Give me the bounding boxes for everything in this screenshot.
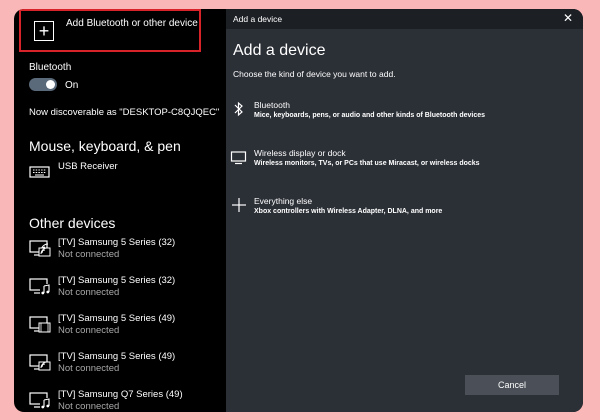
device-item[interactable]: [TV] Samsung 5 Series (32) Not connected xyxy=(29,275,219,301)
close-icon[interactable]: ✕ xyxy=(563,11,573,25)
device-name: [TV] Samsung 5 Series (32) xyxy=(58,237,176,248)
plus-icon xyxy=(232,198,246,212)
section-mouse-keyboard: Mouse, keyboard, & pen xyxy=(29,138,181,154)
section-other-devices: Other devices xyxy=(29,215,116,231)
bluetooth-toggle[interactable] xyxy=(29,78,57,91)
add-device-label: Add Bluetooth or other device xyxy=(66,18,198,29)
discoverable-text: Now discoverable as "DESKTOP-C8QJQEC" xyxy=(29,107,220,118)
cancel-button[interactable]: Cancel xyxy=(465,375,559,395)
device-status: Not connected xyxy=(58,325,120,336)
option-bluetooth[interactable]: Bluetooth Mice, keyboards, pens, or audi… xyxy=(230,100,570,130)
bluetooth-icon xyxy=(234,101,243,117)
tv-cast-icon xyxy=(29,354,51,371)
device-status: Not connected xyxy=(58,363,120,374)
option-name: Wireless display or dock xyxy=(254,148,346,158)
device-item[interactable]: [TV] Samsung 5 Series (32) Not connected xyxy=(29,237,219,263)
device-item[interactable]: [TV] Samsung 5 Series (49) Not connected xyxy=(29,313,219,339)
option-desc: Mice, keyboards, pens, or audio and othe… xyxy=(254,112,486,119)
option-wireless-display[interactable]: Wireless display or dock Wireless monito… xyxy=(230,148,570,178)
device-status: Not connected xyxy=(58,249,120,260)
usb-receiver-item[interactable]: USB Receiver xyxy=(29,161,219,187)
device-status: Not connected xyxy=(58,287,120,298)
tv-video-icon xyxy=(29,316,51,333)
dialog-title: Add a device xyxy=(233,42,326,59)
option-name: Everything else xyxy=(254,196,313,206)
add-device-dialog: Add a device ✕ Add a device Choose the k… xyxy=(226,9,583,412)
option-desc: Wireless monitors, TVs, or PCs that use … xyxy=(254,160,480,167)
dialog-window-title: Add a device xyxy=(233,14,283,24)
add-device-button[interactable]: + Add Bluetooth or other device xyxy=(19,9,201,52)
monitor-icon xyxy=(230,151,247,165)
device-name: [TV] Samsung 5 Series (49) xyxy=(58,351,176,362)
usb-receiver-name: USB Receiver xyxy=(58,161,118,172)
option-everything-else[interactable]: Everything else Xbox controllers with Wi… xyxy=(230,196,570,226)
tv-cast-icon xyxy=(29,240,51,257)
tv-music-icon xyxy=(29,278,50,295)
plus-icon: + xyxy=(34,20,54,41)
toggle-knob xyxy=(46,80,55,89)
settings-window: + Add Bluetooth or other device Bluetoot… xyxy=(14,9,583,412)
device-item[interactable]: [TV] Samsung 5 Series (49) Not connected xyxy=(29,351,219,377)
device-name: [TV] Samsung 5 Series (32) xyxy=(58,275,176,286)
tv-music-icon xyxy=(29,392,50,409)
dialog-titlebar: Add a device ✕ xyxy=(226,9,583,29)
option-desc: Xbox controllers with Wireless Adapter, … xyxy=(254,208,443,215)
toggle-state: On xyxy=(65,80,79,91)
device-item[interactable]: [TV] Samsung Q7 Series (49) Not connecte… xyxy=(29,389,219,412)
keyboard-icon xyxy=(29,166,50,178)
bluetooth-settings-pane: + Add Bluetooth or other device Bluetoot… xyxy=(14,9,226,412)
dialog-subtitle: Choose the kind of device you want to ad… xyxy=(233,69,396,79)
device-name: [TV] Samsung Q7 Series (49) xyxy=(58,389,183,400)
device-name: [TV] Samsung 5 Series (49) xyxy=(58,313,176,324)
device-status: Not connected xyxy=(58,401,120,412)
option-name: Bluetooth xyxy=(254,100,290,110)
bluetooth-label: Bluetooth xyxy=(29,62,72,73)
